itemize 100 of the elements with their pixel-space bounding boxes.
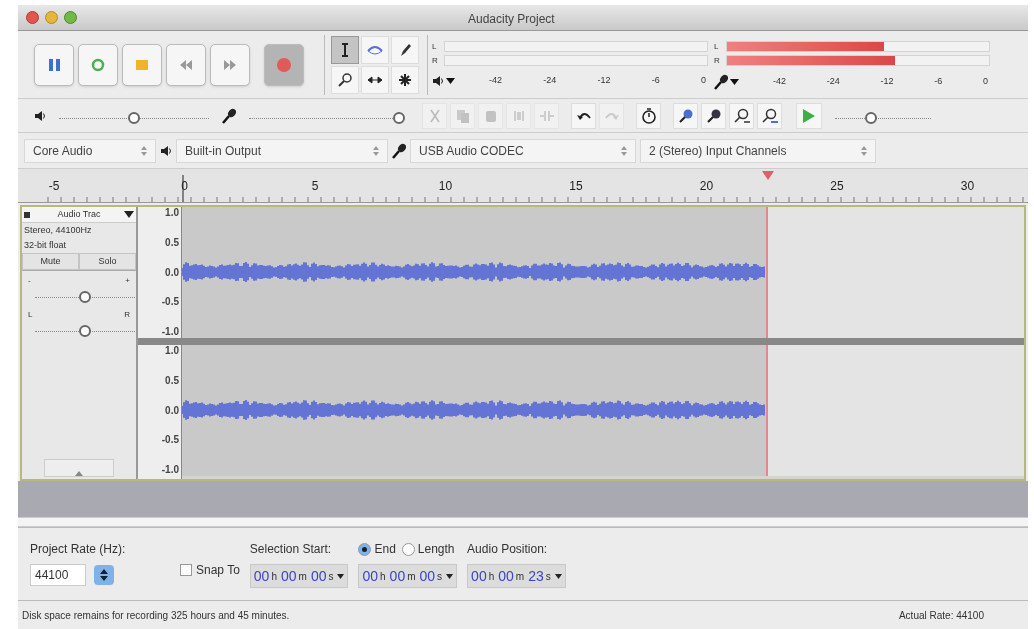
zoom-in-button[interactable] [673, 102, 698, 129]
collapse-icon [75, 471, 83, 476]
track-name-menu[interactable]: Audio Trac [22, 207, 136, 223]
copy-icon [454, 107, 471, 124]
skip-start-button[interactable] [166, 43, 206, 86]
track-info: Stereo, 44100Hz [23, 224, 93, 237]
slider-thumb[interactable] [79, 325, 91, 337]
host-dropdown[interactable]: Core Audio [24, 138, 156, 163]
slider-thumb[interactable] [393, 111, 405, 124]
output-dropdown[interactable]: Built-in Output [176, 138, 388, 163]
time-label: 5 [311, 178, 319, 195]
channels-dropdown[interactable]: 2 (Stereo) Input Channels [640, 138, 876, 163]
track-info: 32-bit float [23, 239, 68, 252]
scale-label: -42 [773, 75, 786, 89]
time-label: 30 [960, 178, 975, 195]
fit-selection-icon [733, 107, 750, 124]
amplitude-label: -0.5 [161, 435, 179, 446]
magnifier-icon [337, 71, 353, 88]
playback-meter-menu[interactable] [432, 75, 455, 86]
updown-icon [141, 145, 147, 156]
playhead-icon [762, 171, 774, 180]
time-field[interactable]: 00 h 00 m 00 s [249, 564, 349, 588]
draw-tool[interactable] [391, 35, 419, 64]
snap-to-checkbox[interactable]: Snap To [180, 558, 240, 582]
slider-max-label: R [124, 311, 130, 319]
track-toggle-button[interactable]: Solo [79, 253, 136, 270]
channel-label: R [432, 56, 439, 65]
updown-icon [100, 569, 108, 581]
project-rate-field[interactable]: 44100 [30, 564, 86, 586]
scale-label: -24 [826, 75, 840, 89]
amplitude-label: -1.0 [161, 327, 179, 337]
amplitude-label: 0.5 [165, 237, 179, 248]
horizontal-scrollbar[interactable] [18, 517, 1028, 527]
speaker-icon [432, 75, 444, 86]
sync-lock-button[interactable] [636, 102, 661, 129]
input-dropdown[interactable]: USB Audio CODEC [410, 138, 636, 163]
scale-label: -6 [934, 75, 943, 89]
time-label: 10 [438, 178, 453, 195]
asterisk-icon [397, 71, 413, 88]
caret-icon [446, 573, 454, 579]
actual-rate: Actual Rate: 44100 [898, 608, 984, 623]
caret-icon [446, 77, 455, 84]
updown-icon [861, 145, 867, 156]
amplitude-label: -0.5 [161, 297, 179, 308]
microphone-icon [714, 74, 728, 90]
envelope-tool[interactable] [361, 35, 389, 64]
fit-project-button[interactable] [757, 102, 782, 129]
fit-selection-button[interactable] [729, 102, 754, 129]
scale-label: -6 [651, 74, 660, 87]
slider-thumb[interactable] [79, 291, 91, 303]
scale-label: 0 [982, 75, 988, 89]
recording-meter-menu[interactable] [714, 74, 739, 90]
field-label: Project Rate (Hz): [30, 541, 127, 558]
field-label: Audio Position: [467, 541, 549, 558]
skip-end-button[interactable] [210, 43, 250, 86]
field-label: Selection Start: [249, 541, 333, 558]
loop-icon [90, 56, 106, 73]
track-toggle-button[interactable]: Mute [22, 253, 79, 270]
caret-icon [124, 211, 134, 218]
multi-tool[interactable] [391, 65, 419, 94]
fit-project-icon [761, 107, 778, 124]
speaker-icon [160, 145, 172, 156]
amplitude-label: 1.0 [165, 346, 179, 356]
amplitude-label: 0.0 [165, 267, 179, 278]
time-field[interactable]: 00h 00 m 00s [358, 564, 458, 588]
status-message: Disk space remains for recording 325 hours and 45 minutes. [22, 608, 290, 623]
scale-label: -12 [597, 74, 611, 87]
time-label: -5 [48, 178, 60, 195]
time-label: 25 [830, 178, 844, 195]
radio-option[interactable]: Length [401, 540, 455, 558]
slider-thumb[interactable] [865, 111, 878, 124]
time-label: 0 [181, 178, 188, 195]
updown-icon [373, 145, 379, 156]
close-button[interactable] [26, 11, 39, 24]
select-tool[interactable] [331, 35, 359, 64]
time-shift-tool[interactable] [361, 65, 389, 94]
channel-label: R [714, 56, 721, 65]
zoom-button[interactable] [64, 11, 77, 24]
radio-option[interactable]: End [358, 540, 396, 558]
caret-icon [554, 573, 562, 579]
caret-icon [730, 79, 739, 85]
slider-min-label: - [28, 277, 31, 285]
clock-icon [640, 107, 657, 124]
pause-button[interactable] [34, 43, 74, 86]
time-field[interactable]: 00h 00m 23 s [467, 564, 566, 588]
slider-min-label: L [28, 311, 33, 319]
zoom-out-icon [705, 107, 722, 124]
slider-thumb[interactable] [128, 111, 140, 124]
rate-stepper[interactable] [94, 565, 114, 585]
play-at-speed-button[interactable] [796, 102, 822, 129]
loop-button[interactable] [78, 43, 118, 86]
zoom-out-button[interactable] [701, 102, 726, 129]
microphone-icon [392, 142, 406, 159]
amplitude-label: -1.0 [161, 465, 179, 475]
timeline-ruler[interactable]: -5 0 5 10 15 20 25 30 [18, 169, 1028, 203]
amplitude-label: 0.5 [165, 375, 179, 386]
minimize-button[interactable] [45, 11, 58, 24]
record-button[interactable] [264, 43, 304, 86]
zoom-tool[interactable] [331, 65, 359, 94]
undo-button[interactable] [571, 102, 596, 129]
